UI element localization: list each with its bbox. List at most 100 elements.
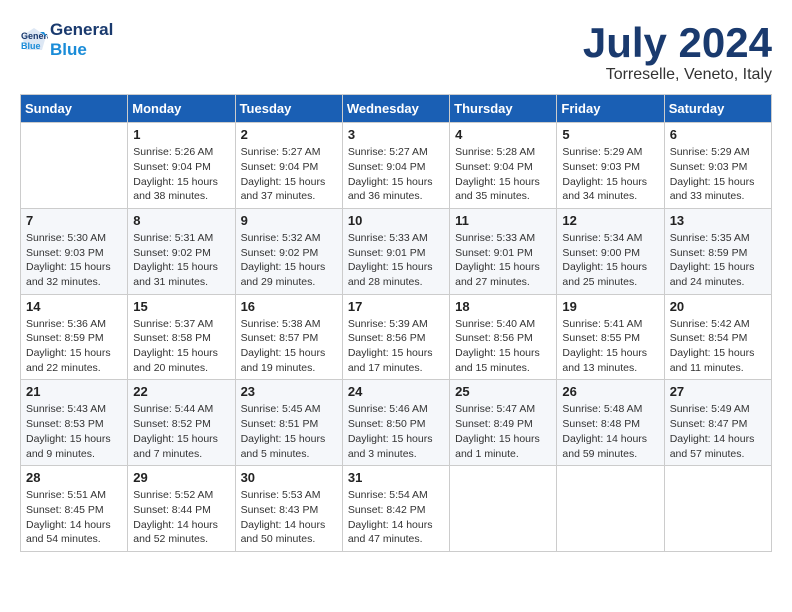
day-number: 14: [26, 299, 122, 314]
logo-blue: Blue: [50, 40, 113, 60]
weekday-header: Saturday: [664, 95, 771, 123]
cell-info: Sunrise: 5:44 AM Sunset: 8:52 PM Dayligh…: [133, 402, 229, 461]
cell-info: Sunrise: 5:38 AM Sunset: 8:57 PM Dayligh…: [241, 317, 337, 376]
calendar-cell: 17 Sunrise: 5:39 AM Sunset: 8:56 PM Dayli…: [342, 294, 449, 380]
calendar-cell: 3 Sunrise: 5:27 AM Sunset: 9:04 PM Daylig…: [342, 123, 449, 209]
day-number: 22: [133, 384, 229, 399]
day-number: 10: [348, 213, 444, 228]
calendar-week-row: 14Sunrise: 5:36 AM Sunset: 8:59 PM Dayli…: [21, 294, 772, 380]
calendar-cell: [557, 466, 664, 552]
cell-info: Sunrise: 5:40 AM Sunset: 8:56 PM Dayligh…: [455, 317, 551, 376]
cell-info: Sunrise: 5:48 AM Sunset: 8:48 PM Dayligh…: [562, 402, 658, 461]
logo-general: General: [50, 20, 113, 40]
day-number: 9: [241, 213, 337, 228]
svg-text:Blue: Blue: [21, 41, 41, 51]
day-number: 1: [133, 127, 229, 142]
calendar-cell: 5 Sunrise: 5:29 AM Sunset: 9:03 PM Daylig…: [557, 123, 664, 209]
day-number: 2: [241, 127, 337, 142]
cell-info: Sunrise: 5:34 AM Sunset: 9:00 PM Dayligh…: [562, 231, 658, 290]
day-number: 7: [26, 213, 122, 228]
logo-icon: General Blue: [20, 26, 48, 54]
day-number: 27: [670, 384, 766, 399]
day-number: 17: [348, 299, 444, 314]
cell-info: Sunrise: 5:29 AM Sunset: 9:03 PM Dayligh…: [670, 145, 766, 204]
cell-info: Sunrise: 5:37 AM Sunset: 8:58 PM Dayligh…: [133, 317, 229, 376]
cell-info: Sunrise: 5:27 AM Sunset: 9:04 PM Dayligh…: [241, 145, 337, 204]
calendar-cell: 29 Sunrise: 5:52 AM Sunset: 8:44 PM Dayli…: [128, 466, 235, 552]
calendar-cell: 9Sunrise: 5:32 AM Sunset: 9:02 PM Daylig…: [235, 208, 342, 294]
day-number: 5: [562, 127, 658, 142]
cell-info: Sunrise: 5:30 AM Sunset: 9:03 PM Dayligh…: [26, 231, 122, 290]
calendar-cell: 23 Sunrise: 5:45 AM Sunset: 8:51 PM Dayli…: [235, 380, 342, 466]
calendar-cell: 31Sunrise: 5:54 AM Sunset: 8:42 PM Dayli…: [342, 466, 449, 552]
cell-info: Sunrise: 5:33 AM Sunset: 9:01 PM Dayligh…: [455, 231, 551, 290]
day-number: 21: [26, 384, 122, 399]
calendar-cell: 4Sunrise: 5:28 AM Sunset: 9:04 PM Daylig…: [450, 123, 557, 209]
day-number: 13: [670, 213, 766, 228]
calendar-cell: 8 Sunrise: 5:31 AM Sunset: 9:02 PM Daylig…: [128, 208, 235, 294]
weekday-header: Sunday: [21, 95, 128, 123]
cell-info: Sunrise: 5:43 AM Sunset: 8:53 PM Dayligh…: [26, 402, 122, 461]
cell-info: Sunrise: 5:49 AM Sunset: 8:47 PM Dayligh…: [670, 402, 766, 461]
day-number: 11: [455, 213, 551, 228]
calendar-cell: 15 Sunrise: 5:37 AM Sunset: 8:58 PM Dayli…: [128, 294, 235, 380]
calendar-cell: 11 Sunrise: 5:33 AM Sunset: 9:01 PM Dayli…: [450, 208, 557, 294]
day-number: 15: [133, 299, 229, 314]
cell-info: Sunrise: 5:26 AM Sunset: 9:04 PM Dayligh…: [133, 145, 229, 204]
day-number: 19: [562, 299, 658, 314]
weekday-header: Monday: [128, 95, 235, 123]
calendar-cell: 24Sunrise: 5:46 AM Sunset: 8:50 PM Dayli…: [342, 380, 449, 466]
calendar-cell: 1 Sunrise: 5:26 AM Sunset: 9:04 PM Daylig…: [128, 123, 235, 209]
cell-info: Sunrise: 5:51 AM Sunset: 8:45 PM Dayligh…: [26, 488, 122, 547]
cell-info: Sunrise: 5:27 AM Sunset: 9:04 PM Dayligh…: [348, 145, 444, 204]
cell-info: Sunrise: 5:41 AM Sunset: 8:55 PM Dayligh…: [562, 317, 658, 376]
calendar-cell: 22 Sunrise: 5:44 AM Sunset: 8:52 PM Dayli…: [128, 380, 235, 466]
calendar-cell: 13 Sunrise: 5:35 AM Sunset: 8:59 PM Dayli…: [664, 208, 771, 294]
day-number: 20: [670, 299, 766, 314]
day-number: 16: [241, 299, 337, 314]
day-number: 12: [562, 213, 658, 228]
calendar-cell: 19 Sunrise: 5:41 AM Sunset: 8:55 PM Dayli…: [557, 294, 664, 380]
cell-info: Sunrise: 5:39 AM Sunset: 8:56 PM Dayligh…: [348, 317, 444, 376]
cell-info: Sunrise: 5:33 AM Sunset: 9:01 PM Dayligh…: [348, 231, 444, 290]
calendar-cell: 7 Sunrise: 5:30 AM Sunset: 9:03 PM Daylig…: [21, 208, 128, 294]
calendar-cell: 21 Sunrise: 5:43 AM Sunset: 8:53 PM Dayli…: [21, 380, 128, 466]
calendar-cell: [21, 123, 128, 209]
day-number: 6: [670, 127, 766, 142]
month-title: July 2024: [583, 20, 772, 66]
day-number: 30: [241, 470, 337, 485]
calendar-cell: 10 Sunrise: 5:33 AM Sunset: 9:01 PM Dayli…: [342, 208, 449, 294]
day-number: 23: [241, 384, 337, 399]
calendar-cell: [450, 466, 557, 552]
calendar-cell: 2 Sunrise: 5:27 AM Sunset: 9:04 PM Daylig…: [235, 123, 342, 209]
cell-info: Sunrise: 5:29 AM Sunset: 9:03 PM Dayligh…: [562, 145, 658, 204]
calendar-cell: 30Sunrise: 5:53 AM Sunset: 8:43 PM Dayli…: [235, 466, 342, 552]
cell-info: Sunrise: 5:35 AM Sunset: 8:59 PM Dayligh…: [670, 231, 766, 290]
day-number: 29: [133, 470, 229, 485]
day-number: 3: [348, 127, 444, 142]
logo: General Blue General Blue: [20, 20, 113, 61]
day-number: 25: [455, 384, 551, 399]
weekday-header: Tuesday: [235, 95, 342, 123]
calendar-table: SundayMondayTuesdayWednesdayThursdayFrid…: [20, 94, 772, 552]
day-number: 26: [562, 384, 658, 399]
cell-info: Sunrise: 5:52 AM Sunset: 8:44 PM Dayligh…: [133, 488, 229, 547]
cell-info: Sunrise: 5:45 AM Sunset: 8:51 PM Dayligh…: [241, 402, 337, 461]
weekday-header: Friday: [557, 95, 664, 123]
cell-info: Sunrise: 5:28 AM Sunset: 9:04 PM Dayligh…: [455, 145, 551, 204]
day-number: 18: [455, 299, 551, 314]
weekday-header: Thursday: [450, 95, 557, 123]
cell-info: Sunrise: 5:31 AM Sunset: 9:02 PM Dayligh…: [133, 231, 229, 290]
calendar-cell: 6 Sunrise: 5:29 AM Sunset: 9:03 PM Daylig…: [664, 123, 771, 209]
calendar-cell: 12 Sunrise: 5:34 AM Sunset: 9:00 PM Dayli…: [557, 208, 664, 294]
calendar-cell: 25 Sunrise: 5:47 AM Sunset: 8:49 PM Dayli…: [450, 380, 557, 466]
cell-info: Sunrise: 5:47 AM Sunset: 8:49 PM Dayligh…: [455, 402, 551, 461]
calendar-cell: 26 Sunrise: 5:48 AM Sunset: 8:48 PM Dayli…: [557, 380, 664, 466]
day-number: 24: [348, 384, 444, 399]
weekday-header: Wednesday: [342, 95, 449, 123]
day-number: 8: [133, 213, 229, 228]
page-header: General Blue General Blue July 2024 Torr…: [20, 20, 772, 84]
calendar-week-row: 7 Sunrise: 5:30 AM Sunset: 9:03 PM Daylig…: [21, 208, 772, 294]
cell-info: Sunrise: 5:42 AM Sunset: 8:54 PM Dayligh…: [670, 317, 766, 376]
calendar-week-row: 21 Sunrise: 5:43 AM Sunset: 8:53 PM Dayli…: [21, 380, 772, 466]
